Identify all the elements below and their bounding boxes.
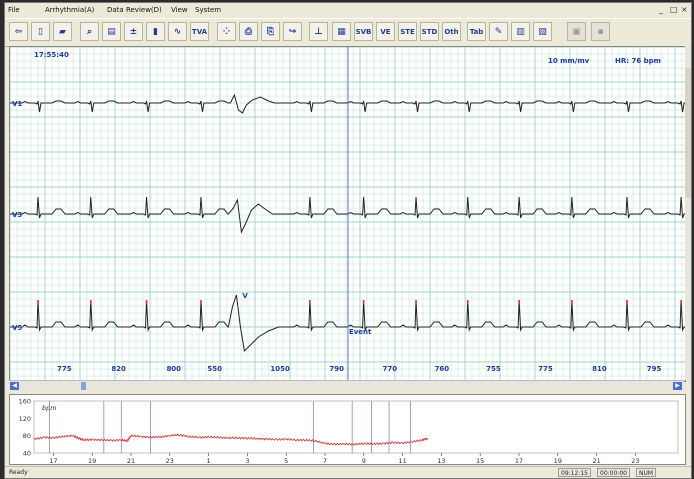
strip-time: 17:55:40 bbox=[34, 51, 69, 59]
rr-interval-label: 1050 bbox=[270, 365, 290, 373]
save-icon[interactable]: ▣ bbox=[567, 22, 586, 41]
status-num: NUM bbox=[636, 468, 657, 477]
close-icon[interactable]: × bbox=[681, 5, 688, 14]
rr-interval-label: 775 bbox=[538, 365, 553, 373]
grid-icon[interactable]: ▦ bbox=[332, 22, 351, 41]
zoom-icon[interactable]: ⌕ bbox=[80, 22, 99, 41]
status-elapsed: 00:00:00 bbox=[597, 468, 630, 477]
std-button[interactable]: STD bbox=[420, 22, 439, 41]
print-preview-icon[interactable]: ⎘ bbox=[261, 22, 280, 41]
rr-interval-label: 800 bbox=[166, 365, 181, 373]
x-tick-label: 7 bbox=[323, 457, 327, 464]
rr-interval-label: 790 bbox=[329, 365, 344, 373]
menu-data-review[interactable]: Data Review(D) bbox=[107, 6, 162, 14]
x-tick-label: 17 bbox=[515, 457, 523, 464]
report-icon[interactable]: ▥ bbox=[511, 22, 530, 41]
status-bar: Ready 09:12:15 00:00:00 NUM bbox=[5, 466, 691, 478]
scroll-right-icon[interactable]: ▶ bbox=[673, 382, 682, 390]
trend-plot-frame bbox=[33, 400, 679, 454]
heart-rate-trend-chart[interactable]: 1601208040171921231357911131517192123bpm bbox=[10, 395, 685, 464]
scroll-left-icon[interactable]: ◀ bbox=[10, 382, 19, 390]
rr-interval-label: 770 bbox=[383, 365, 398, 373]
y-tick-label: 40 bbox=[23, 450, 31, 458]
vertical-scrollbar[interactable] bbox=[685, 46, 691, 380]
horizontal-scroll-thumb[interactable] bbox=[81, 382, 86, 390]
rr-interval-label: 755 bbox=[486, 365, 501, 373]
export-icon[interactable]: ↪ bbox=[283, 22, 302, 41]
calipers-icon[interactable]: ± bbox=[124, 22, 143, 41]
ecg-strip-panel[interactable]: V1 V3 V5 Event V 17:55:40 10 mm/mv HR: 76 bpm 77… bbox=[9, 46, 686, 382]
x-tick-label: 13 bbox=[437, 457, 445, 464]
heart-rate-label: HR: 76 bpm bbox=[615, 57, 661, 65]
grid-dots-icon[interactable]: ⁘ bbox=[217, 22, 236, 41]
menu-bar: File Arrhythmia(A) Data Review(D) View S… bbox=[5, 3, 691, 17]
x-tick-label: 11 bbox=[398, 457, 406, 464]
x-tick-label: 17 bbox=[49, 457, 57, 464]
back-arrow-icon[interactable]: ⇦ bbox=[9, 22, 28, 41]
x-tick-label: 5 bbox=[284, 457, 288, 464]
vertical-scroll-thumb[interactable] bbox=[685, 68, 691, 198]
x-tick-label: 15 bbox=[476, 457, 484, 464]
print-icon[interactable]: ⎙ bbox=[239, 22, 258, 41]
lead-label-v5: V5 bbox=[12, 324, 22, 332]
x-tick-label: 9 bbox=[362, 457, 366, 464]
open-folder-icon[interactable]: ▰ bbox=[53, 22, 72, 41]
rr-interval-label: 795 bbox=[647, 365, 662, 373]
rr-interval-label: 760 bbox=[435, 365, 450, 373]
disk-icon[interactable]: ▪ bbox=[591, 22, 610, 41]
menu-view[interactable]: View bbox=[171, 6, 188, 14]
minimize-icon[interactable]: _ bbox=[659, 5, 663, 14]
x-tick-label: 21 bbox=[592, 457, 600, 464]
x-tick-label: 21 bbox=[127, 457, 135, 464]
lead-label-v3: V3 bbox=[12, 211, 22, 219]
menu-system[interactable]: System bbox=[195, 6, 221, 14]
ecg-strip[interactable]: V1 V3 V5 Event V 17:55:40 10 mm/mv HR: 76 bpm 77… bbox=[10, 47, 685, 381]
status-text: Ready bbox=[9, 469, 28, 476]
layout-icon[interactable]: ▤ bbox=[102, 22, 121, 41]
x-tick-label: 23 bbox=[166, 457, 174, 464]
toolbar: ⇦ ▯ ▰ ⌕ ▤ ± ▮ ∿ TVA ⁘ ⎙ ⎘ ↪ ⊥ ▦ SVB VE STE STD Oth Tab ✎ ▥ ▧ ▣ ▪ bbox=[5, 18, 691, 47]
menu-arrhythmia[interactable]: Arrhythmia(A) bbox=[45, 6, 94, 14]
horizontal-scrollbar[interactable]: ◀ ▶ bbox=[9, 380, 684, 391]
event-label: Event bbox=[349, 328, 372, 336]
beat-type-label: V bbox=[242, 292, 248, 300]
gain-label: 10 mm/mv bbox=[548, 57, 590, 65]
rr-interval-label: 810 bbox=[592, 365, 607, 373]
y-tick-label: 160 bbox=[19, 398, 31, 406]
x-tick-label: 3 bbox=[245, 457, 249, 464]
waveform-icon[interactable]: ∿ bbox=[168, 22, 187, 41]
new-file-icon[interactable]: ▯ bbox=[31, 22, 50, 41]
y-tick-label: 80 bbox=[23, 432, 31, 440]
restore-icon[interactable]: □ bbox=[670, 5, 678, 14]
x-tick-label: 1 bbox=[207, 457, 211, 464]
x-tick-label: 23 bbox=[631, 457, 639, 464]
status-time: 09:12:15 bbox=[558, 468, 591, 477]
tab-button[interactable]: Tab bbox=[467, 22, 486, 41]
menu-file[interactable]: File bbox=[8, 6, 20, 14]
x-tick-label: 19 bbox=[554, 457, 562, 464]
tva-button[interactable]: TVA bbox=[190, 22, 209, 41]
app-window: File Arrhythmia(A) Data Review(D) View S… bbox=[4, 2, 692, 479]
bar-chart-icon[interactable]: ▮ bbox=[146, 22, 165, 41]
lead-label-v1: V1 bbox=[12, 100, 22, 108]
svb-button[interactable]: SVB bbox=[354, 22, 373, 41]
heart-rate-trend-line bbox=[33, 433, 429, 446]
baseline-icon[interactable]: ⊥ bbox=[309, 22, 328, 41]
x-tick-label: 19 bbox=[88, 457, 96, 464]
chart-icon[interactable]: ▧ bbox=[533, 22, 552, 41]
ve-button[interactable]: VE bbox=[376, 22, 395, 41]
y-tick-label: 120 bbox=[19, 415, 31, 423]
ste-button[interactable]: STE bbox=[398, 22, 417, 41]
heart-rate-trend-panel[interactable]: 1601208040171921231357911131517192123bpm bbox=[9, 394, 686, 465]
oth-button[interactable]: Oth bbox=[442, 22, 461, 41]
edit-icon[interactable]: ✎ bbox=[489, 22, 508, 41]
rr-interval-label: 775 bbox=[57, 365, 72, 373]
rr-interval-label: 550 bbox=[207, 365, 222, 373]
rr-interval-label: 820 bbox=[111, 365, 126, 373]
